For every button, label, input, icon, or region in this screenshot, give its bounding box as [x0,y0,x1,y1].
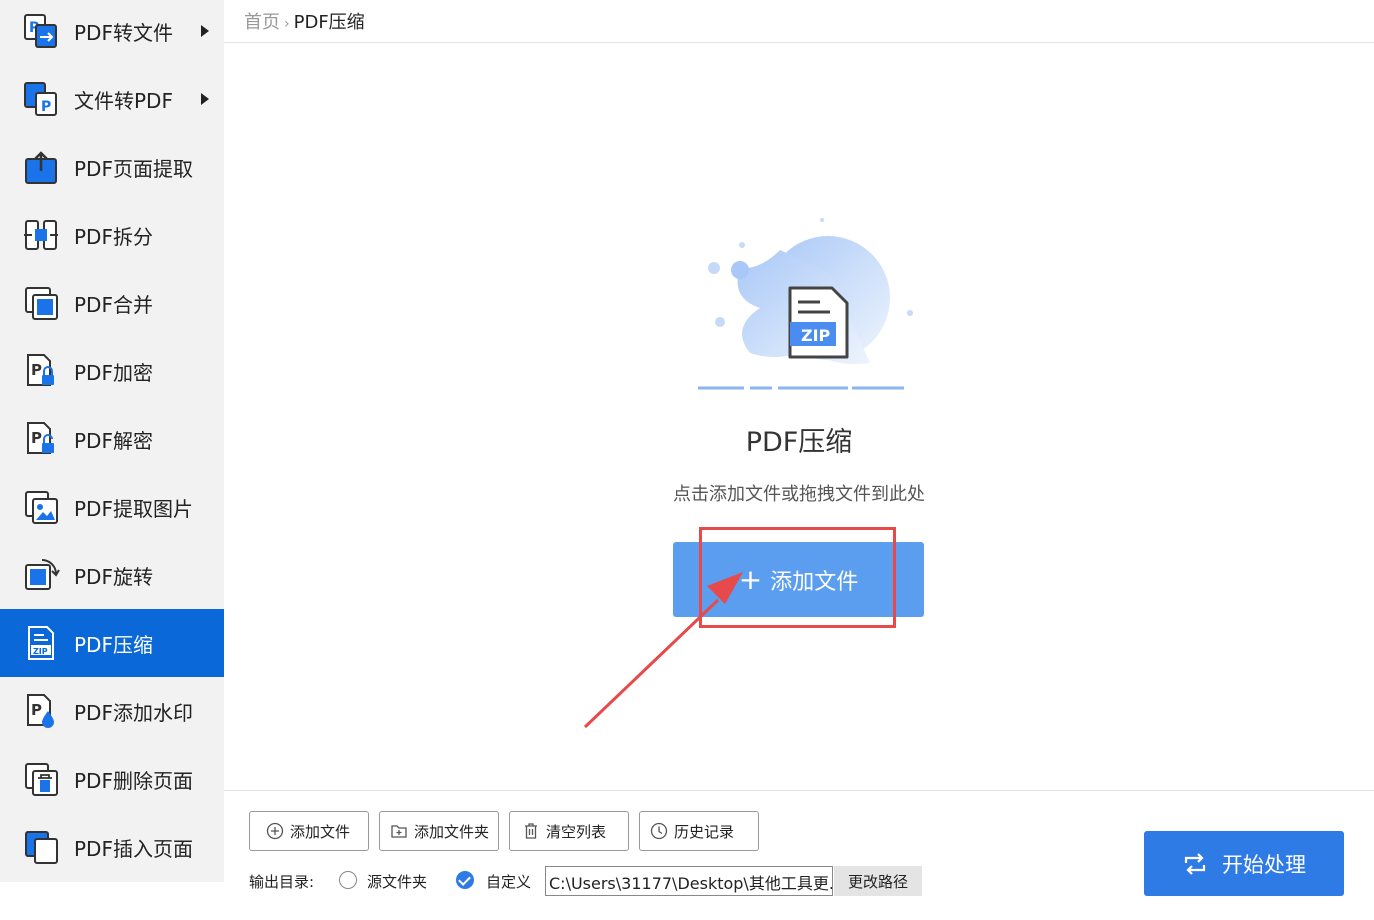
folder-plus-icon [391,825,407,838]
sidebar-item-split[interactable]: PDF拆分 [0,201,224,269]
svg-text:P: P [41,99,51,115]
sidebar-item-label: PDF加密 [74,360,153,385]
rotate-icon [25,559,60,590]
merge-icon [25,287,58,320]
change-path-button[interactable]: 更改路径 [834,866,922,896]
sidebar-item-rotate[interactable]: PDF旋转 [0,541,224,609]
annotation-highlight-box [699,527,896,628]
lock-icon: P [27,354,54,386]
header-divider [224,42,1374,43]
sidebar-item-label: PDF转文件 [74,20,173,45]
source-folder-radio[interactable] [339,871,357,889]
toolbar-add-file-label: 添加文件 [290,822,351,841]
sidebar-item-compress[interactable]: ZIP PDF压缩 [0,609,224,677]
svg-text:ZIP: ZIP [801,326,831,345]
split-icon [24,220,58,250]
toolbar-add-file-button[interactable]: 添加文件 [249,811,369,851]
dropzone-title: PDF压缩 [745,427,853,458]
toolbar-add-folder-button[interactable]: 添加文件夹 [379,811,499,851]
sidebar-item-watermark[interactable]: P PDF添加水印 [0,677,224,745]
dropzone-hint: 点击添加文件或拖拽文件到此处 [673,484,925,505]
sidebar-item-image-extract[interactable]: PDF提取图片 [0,473,224,541]
svg-text:P: P [31,429,42,447]
svg-text:ZIP: ZIP [33,647,48,656]
clock-icon [650,822,668,840]
zip-icon: ZIP [28,626,54,660]
toolbar-divider [224,790,1374,791]
sidebar-item-label: PDF合并 [74,292,153,317]
sidebar-item-label: PDF拆分 [74,224,153,249]
output-dir-label: 输出目录: [249,873,315,891]
breadcrumb-home[interactable]: 首页 [244,12,280,33]
sidebar-item-delete-page[interactable]: PDF删除页面 [0,745,224,813]
breadcrumb-separator: › [284,16,290,32]
page-extract-icon [25,151,57,184]
sidebar-item-label: PDF旋转 [74,564,153,589]
sidebar-item-insert-page[interactable]: PDF插入页面 [0,813,224,881]
image-extract-icon [25,491,58,524]
sidebar-item-merge[interactable]: PDF合并 [0,269,224,337]
file-to-pdf-icon: P [24,82,57,116]
delete-page-icon [25,763,58,796]
sidebar-item-label: PDF插入页面 [74,836,193,861]
insert-page-icon [25,831,58,864]
sidebar-item-page-extract[interactable]: PDF页面提取 [0,133,224,201]
submenu-arrow-icon [201,25,209,37]
sidebar-item-pdf-to-file[interactable]: P PDF转文件 [0,0,224,65]
sidebar-item-label: PDF删除页面 [74,768,193,793]
sidebar: P PDF转文件 P 文件转PDF PDF页面提取 PDF拆分 PDF合并 P … [0,0,224,882]
sidebar-item-encrypt[interactable]: P PDF加密 [0,337,224,405]
custom-label: 自定义 [486,873,532,891]
plus-circle-icon [266,822,284,840]
toolbar-history-label: 历史记录 [674,822,735,841]
toolbar-clear-list-label: 清空列表 [546,822,607,841]
watermark-icon: P [27,694,54,728]
sidebar-item-label: PDF页面提取 [74,156,193,181]
svg-text:P: P [31,701,42,719]
sidebar-item-label: PDF提取图片 [74,496,193,521]
repeat-icon [1184,852,1206,875]
start-process-button[interactable]: 开始处理 [1144,831,1344,896]
breadcrumb-current: PDF压缩 [293,12,365,33]
sidebar-item-label: PDF添加水印 [74,700,193,725]
svg-text:P: P [31,361,42,379]
zip-file-icon: ZIP [698,218,913,390]
sidebar-item-label: PDF解密 [74,428,153,453]
breadcrumb: 首页 › PDF压缩 [244,8,365,34]
toolbar-clear-list-button[interactable]: 清空列表 [509,811,629,851]
sidebar-item-decrypt[interactable]: P PDF解密 [0,405,224,473]
source-folder-label: 源文件夹 [367,873,428,891]
trash-icon [525,823,537,839]
toolbar-add-folder-label: 添加文件夹 [414,822,490,841]
sidebar-item-file-to-pdf[interactable]: P 文件转PDF [0,65,224,133]
pdf-to-file-icon: P [24,14,57,48]
start-process-label: 开始处理 [1222,852,1306,877]
output-path-field[interactable]: C:\Users\31177\Desktop\其他工具更... [545,866,833,896]
toolbar-history-button[interactable]: 历史记录 [639,811,759,851]
sidebar-item-label: PDF压缩 [74,632,153,657]
sidebar-item-label: 文件转PDF [74,88,173,113]
submenu-arrow-icon [201,93,209,105]
custom-radio[interactable] [456,871,474,889]
unlock-icon: P [27,422,54,454]
